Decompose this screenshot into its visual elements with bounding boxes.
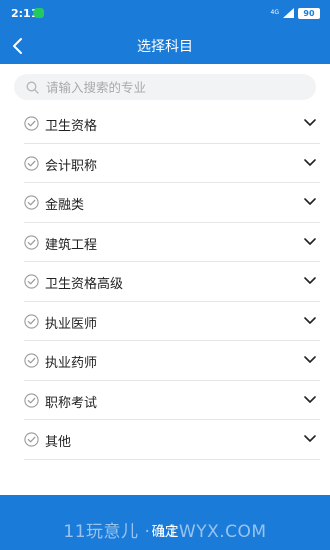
search-input[interactable]: [46, 79, 296, 95]
chevron-down-icon[interactable]: [304, 118, 316, 127]
subject-label: 卫生资格高级: [45, 277, 124, 292]
check-circle-icon: [24, 195, 39, 210]
subject-item[interactable]: 执业药师: [24, 341, 320, 381]
check-circle-icon: [24, 432, 39, 447]
subject-label: 执业医师: [45, 316, 98, 332]
status-bar: 2:11 4G 90: [0, 0, 330, 28]
check-circle-icon: [24, 353, 39, 368]
check-circle-icon: [24, 313, 39, 329]
chevron-down-icon[interactable]: [304, 276, 316, 285]
subject-item[interactable]: 金融类: [24, 183, 320, 223]
search-icon: [26, 81, 39, 94]
subject-label: 其他: [45, 435, 72, 450]
subject-label: 会计职称: [45, 158, 98, 174]
status-right: 4G 90: [271, 7, 320, 19]
subject-item[interactable]: 会计职称: [24, 144, 320, 183]
chevron-down-icon[interactable]: [304, 158, 316, 167]
subject-label: 职称考试: [45, 395, 98, 411]
app-header: 2:11 4G 90 选择科目: [0, 0, 330, 64]
check-circle-icon: [24, 234, 39, 250]
chevron-down-icon[interactable]: [304, 395, 316, 404]
check-circle-icon: [24, 274, 39, 289]
battery-icon: 90: [298, 7, 320, 19]
subject-list: 卫生资格 会计职称 金融类 建筑工程 卫生资格高级 执业医师 执业药师 职称考试…: [24, 104, 320, 460]
signal-icon: [283, 8, 294, 18]
subject-label: 建筑工程: [45, 237, 98, 253]
notification-icon: [34, 8, 44, 18]
network-label: 4G: [270, 9, 279, 16]
subject-item[interactable]: 执业医师: [24, 302, 320, 341]
subject-label: 金融类: [45, 198, 85, 213]
check-circle-icon: [24, 392, 39, 408]
subject-item[interactable]: 卫生资格高级: [24, 262, 320, 302]
check-circle-icon: [24, 155, 39, 171]
subject-label: 卫生资格: [45, 119, 98, 134]
chevron-down-icon[interactable]: [304, 237, 316, 246]
chevron-down-icon[interactable]: [304, 355, 316, 364]
subject-item[interactable]: 卫生资格: [24, 104, 320, 144]
chevron-down-icon[interactable]: [304, 197, 316, 206]
subject-item[interactable]: 职称考试: [24, 381, 320, 420]
subject-item[interactable]: 其他: [24, 420, 320, 460]
confirm-button[interactable]: 确定: [0, 495, 330, 550]
subject-item[interactable]: 建筑工程: [24, 223, 320, 262]
page-title: 选择科目: [137, 39, 193, 55]
chevron-down-icon[interactable]: [304, 434, 316, 443]
subject-label: 执业药师: [45, 356, 98, 371]
search-bar[interactable]: [14, 74, 316, 100]
chevron-down-icon[interactable]: [304, 316, 316, 325]
check-circle-icon: [24, 116, 39, 131]
